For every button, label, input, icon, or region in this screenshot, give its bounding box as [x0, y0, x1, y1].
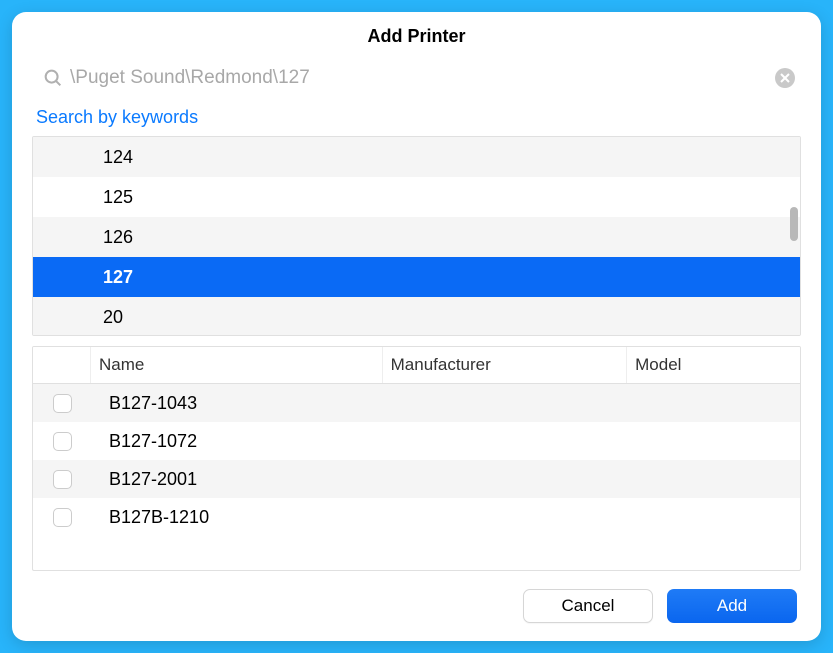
table-row[interactable]: B127-1043 — [33, 384, 800, 422]
dialog-title: Add Printer — [12, 26, 821, 61]
row-checkbox[interactable] — [53, 508, 72, 527]
location-item[interactable]: 124 — [33, 137, 800, 177]
row-checkbox[interactable] — [53, 394, 72, 413]
printer-name: B127-1072 — [91, 431, 395, 452]
cancel-button[interactable]: Cancel — [523, 589, 653, 623]
printer-name: B127B-1210 — [91, 507, 395, 528]
column-name[interactable]: Name — [91, 347, 383, 383]
printer-name: B127-1043 — [91, 393, 395, 414]
table-header: Name Manufacturer Model — [33, 347, 800, 384]
table-row[interactable]: B127-2001 — [33, 460, 800, 498]
search-container — [36, 61, 797, 95]
location-item[interactable]: 126 — [33, 217, 800, 257]
clear-search-icon[interactable] — [775, 68, 795, 88]
location-list: 124 125 126 127 20 — [32, 136, 801, 336]
column-manufacturer[interactable]: Manufacturer — [383, 347, 628, 383]
button-row: Cancel Add — [12, 571, 821, 623]
add-printer-dialog: Add Printer Search by keywords 124 125 1… — [12, 12, 821, 641]
printer-name: B127-2001 — [91, 469, 395, 490]
location-item[interactable]: 20 — [33, 297, 800, 336]
search-input[interactable] — [36, 61, 797, 95]
search-by-keywords-link[interactable]: Search by keywords — [12, 103, 821, 136]
table-row[interactable]: B127-1072 — [33, 422, 800, 460]
location-item-selected[interactable]: 127 — [33, 257, 800, 297]
location-item[interactable]: 125 — [33, 177, 800, 217]
row-checkbox[interactable] — [53, 432, 72, 451]
table-row[interactable]: B127B-1210 — [33, 498, 800, 536]
scrollbar-thumb[interactable] — [790, 207, 798, 241]
column-checkbox — [33, 347, 91, 383]
add-button[interactable]: Add — [667, 589, 797, 623]
row-checkbox[interactable] — [53, 470, 72, 489]
printer-table: Name Manufacturer Model B127-1043 B127-1… — [32, 346, 801, 571]
column-model[interactable]: Model — [627, 347, 800, 383]
